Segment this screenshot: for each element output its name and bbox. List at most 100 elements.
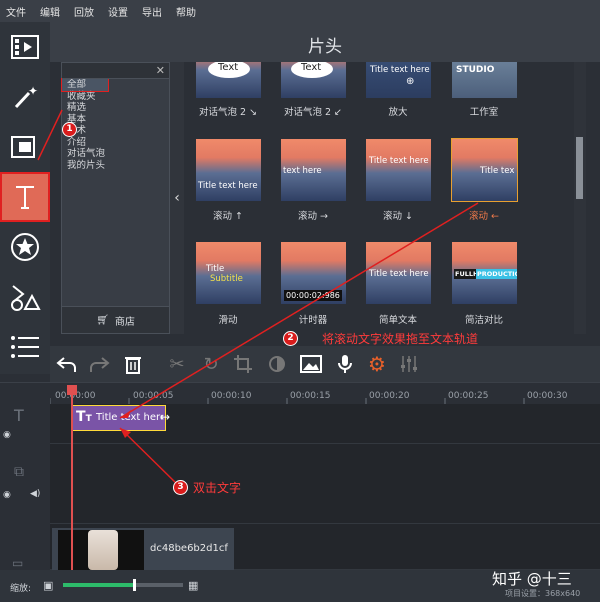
crop-button[interactable] bbox=[228, 350, 258, 378]
category-item[interactable]: 基本 bbox=[62, 114, 169, 126]
tile-label: 滚动 ← bbox=[469, 211, 499, 222]
redo-button[interactable] bbox=[84, 350, 114, 378]
equalizer-icon bbox=[401, 356, 417, 372]
thumb-text: STUDIO bbox=[456, 65, 495, 75]
thumbnail: Title text here bbox=[366, 139, 431, 201]
more-button[interactable] bbox=[0, 322, 50, 372]
title-tile[interactable]: Title text here ⊕ bbox=[366, 62, 431, 98]
category-item[interactable]: 对话气泡 bbox=[62, 148, 169, 160]
title-tile[interactable]: Title Subtitle bbox=[196, 242, 261, 304]
zoom-slider-fill bbox=[63, 583, 135, 587]
thumbnail: FULLHD PRODUCTION bbox=[452, 242, 517, 304]
shapes-button[interactable] bbox=[0, 272, 50, 322]
tile-label: 计时器 bbox=[298, 315, 328, 326]
transitions-button[interactable] bbox=[0, 122, 50, 172]
audio-mixer-button[interactable] bbox=[394, 350, 424, 378]
color-adjust-button[interactable] bbox=[262, 350, 292, 378]
menu-edit[interactable]: 编辑 bbox=[40, 4, 60, 19]
zoom-in-icon[interactable]: ▦ bbox=[188, 579, 198, 592]
titles-button[interactable] bbox=[0, 172, 50, 222]
text-track-icon: T bbox=[14, 406, 24, 425]
watermark: 知乎 @十三 bbox=[492, 570, 572, 588]
timeline-ruler[interactable]: 00:00:00 00:00:05 00:00:10 00:00:15 00:0… bbox=[0, 382, 600, 404]
media-button[interactable] bbox=[296, 350, 326, 378]
record-voice-button[interactable] bbox=[330, 350, 360, 378]
zoom-slider[interactable] bbox=[63, 579, 183, 591]
film-icon bbox=[11, 35, 39, 59]
trash-icon bbox=[125, 357, 141, 374]
overlay-track[interactable]: ⧉ ◉ ◀) bbox=[0, 444, 600, 524]
menu-playback[interactable]: 回放 bbox=[74, 4, 94, 19]
visibility-eye-icon[interactable]: ◉ bbox=[3, 490, 11, 500]
panel-title: 片头 bbox=[308, 37, 342, 57]
title-tile[interactable]: Title text here bbox=[196, 139, 261, 201]
thumbnail: 00:00:02:986 bbox=[281, 242, 346, 304]
menu-help[interactable]: 帮助 bbox=[176, 4, 196, 19]
clip-settings-button[interactable]: ⚙ bbox=[362, 350, 392, 378]
annotation-double-click: 双击文字 bbox=[193, 481, 242, 495]
thumb-text: text here bbox=[283, 166, 322, 176]
zoom-out-icon[interactable]: ▣ bbox=[43, 579, 53, 592]
thumb-text-2: PRODUCTION bbox=[476, 269, 517, 279]
title-tile-selected[interactable]: Title tex bbox=[451, 138, 518, 202]
playhead-handle[interactable] bbox=[67, 385, 77, 395]
stickers-button[interactable] bbox=[0, 222, 50, 272]
filters-button[interactable]: ✦ bbox=[0, 72, 50, 122]
redo-icon bbox=[90, 357, 110, 372]
thumb-text: Title text here bbox=[370, 65, 430, 75]
titles-grid: Text 对话气泡 2 ↘ Text 对话气泡 2 ↙ Title text h… bbox=[184, 62, 574, 334]
tile-label: 简洁对比 bbox=[464, 315, 503, 326]
title-tile[interactable]: Text bbox=[281, 62, 346, 98]
title-tile[interactable]: Title text here bbox=[366, 242, 431, 304]
tile-label: 滚动 ↑ bbox=[213, 211, 243, 222]
category-search[interactable]: ✕ bbox=[62, 63, 169, 79]
menu-settings[interactable]: 设置 bbox=[108, 4, 128, 19]
thumb-text: Title text here bbox=[369, 156, 429, 166]
title-tile[interactable]: STUDIO bbox=[452, 62, 517, 98]
category-item[interactable]: 艺术 bbox=[62, 125, 169, 137]
menu-export[interactable]: 导出 bbox=[142, 4, 162, 19]
thumbnail: Title text here ⊕ bbox=[366, 62, 431, 98]
magic-wand-icon: ✦ bbox=[14, 84, 38, 109]
left-sidebar: ✦ bbox=[0, 22, 50, 374]
track-header: T ◉ bbox=[0, 404, 50, 444]
title-tile[interactable]: 00:00:02:986 bbox=[281, 242, 346, 304]
category-item[interactable]: 精选 bbox=[62, 102, 169, 114]
video-clip[interactable]: dc48be6b2d1cf bbox=[52, 528, 234, 570]
star-badge-icon bbox=[11, 233, 39, 261]
thumbnail: text here bbox=[281, 139, 346, 201]
category-item[interactable]: 我的片头 bbox=[62, 160, 169, 172]
title-tile[interactable]: Text bbox=[196, 62, 261, 98]
scroll-thumb[interactable] bbox=[576, 137, 583, 199]
menu-file[interactable]: 文件 bbox=[6, 4, 26, 19]
grid-scrollbar[interactable] bbox=[574, 62, 586, 334]
undo-button[interactable] bbox=[52, 350, 82, 378]
track-header: ▭ bbox=[0, 524, 50, 570]
contrast-icon bbox=[269, 356, 285, 372]
delete-button[interactable] bbox=[118, 350, 148, 378]
shapes-icon bbox=[11, 285, 41, 311]
video-clip-label: dc48be6b2d1cf bbox=[150, 543, 228, 554]
category-item[interactable]: 收藏夹 bbox=[62, 91, 169, 103]
title-tile[interactable]: text here bbox=[281, 139, 346, 201]
volume-icon[interactable]: ◀) bbox=[30, 489, 40, 499]
zoom-slider-thumb[interactable] bbox=[133, 579, 136, 591]
tile-label: 滚动 ↓ bbox=[383, 211, 413, 222]
visibility-eye-icon[interactable]: ◉ bbox=[3, 430, 11, 440]
text-clip[interactable]: TT Title text here bbox=[71, 405, 166, 431]
step-badge-1: 1 bbox=[62, 122, 77, 137]
cut-button[interactable]: ✂ bbox=[162, 350, 192, 378]
list-icon bbox=[11, 336, 39, 358]
store-button[interactable]: 🛒︎ 商店 bbox=[61, 306, 170, 334]
tile-label: 放大 bbox=[388, 107, 408, 118]
playhead[interactable] bbox=[67, 385, 77, 570]
rotate-button[interactable]: ↻ bbox=[196, 350, 226, 378]
title-tile[interactable]: Title text here bbox=[366, 139, 431, 201]
transition-icon bbox=[11, 136, 35, 158]
clear-search-icon[interactable]: ✕ bbox=[156, 64, 165, 77]
category-item[interactable]: 介绍 bbox=[62, 137, 169, 149]
title-tile[interactable]: FULLHD PRODUCTION bbox=[452, 242, 517, 304]
collapse-panel-button[interactable]: ‹ bbox=[170, 62, 184, 334]
import-media-button[interactable] bbox=[0, 22, 50, 72]
category-item[interactable]: 全部 bbox=[61, 78, 109, 92]
